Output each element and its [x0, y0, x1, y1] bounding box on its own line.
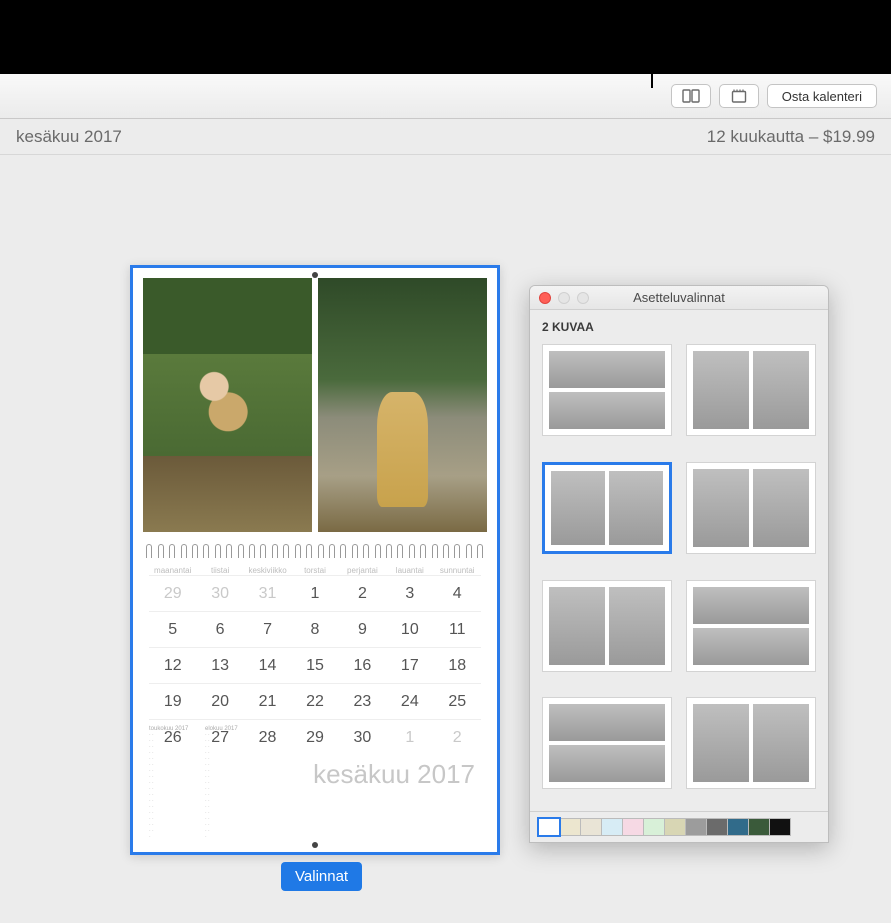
notepad-icon	[731, 89, 747, 103]
layout-option[interactable]	[686, 344, 816, 436]
date-cell[interactable]: 8	[291, 621, 338, 639]
color-swatch-row	[530, 811, 828, 842]
panel-titlebar[interactable]: Asetteluvalinnat	[530, 286, 828, 310]
date-cell[interactable]: 29	[149, 585, 196, 603]
spiral-binding-icon	[133, 542, 497, 560]
layout-option[interactable]	[542, 344, 672, 436]
info-bar: kesäkuu 2017 12 kuukautta – $19.99	[0, 119, 891, 155]
layout-option[interactable]	[542, 580, 672, 672]
color-swatch[interactable]	[622, 818, 644, 836]
color-swatch[interactable]	[580, 818, 602, 836]
date-cell[interactable]: 20	[196, 693, 243, 711]
layout-option[interactable]	[542, 462, 672, 554]
date-row: 2930311234	[149, 575, 481, 611]
date-cell[interactable]: 2	[339, 585, 386, 603]
mini-calendar-next: elokuu 2017 · · · · · · · · · · · · · · …	[205, 726, 249, 840]
date-cell[interactable]: 1	[291, 585, 338, 603]
panel-section-header: 2 KUVAA	[530, 310, 828, 340]
month-label: kesäkuu 2017	[16, 127, 122, 147]
panel-title: Asetteluvalinnat	[530, 290, 828, 305]
date-cell[interactable]: 30	[196, 585, 243, 603]
date-cell[interactable]: 16	[339, 657, 386, 675]
weekday-label: perjantai	[339, 566, 386, 575]
color-swatch[interactable]	[706, 818, 728, 836]
date-cell[interactable]: 25	[434, 693, 481, 711]
date-cell[interactable]: 3	[386, 585, 433, 603]
view-grid-button[interactable]	[719, 84, 759, 108]
date-cell[interactable]: 13	[196, 657, 243, 675]
date-cell[interactable]: 17	[386, 657, 433, 675]
date-cell[interactable]: 6	[196, 621, 243, 639]
photo-slot-1[interactable]	[143, 278, 312, 532]
calendar-grid: maanantaitiistaikeskiviikkotorstaiperjan…	[133, 560, 497, 852]
date-cell[interactable]: 30	[339, 729, 386, 747]
date-cell[interactable]: 21	[244, 693, 291, 711]
date-cell[interactable]: 18	[434, 657, 481, 675]
date-cell[interactable]: 15	[291, 657, 338, 675]
date-row: 567891011	[149, 611, 481, 647]
date-cell[interactable]: 22	[291, 693, 338, 711]
options-button[interactable]: Valinnat	[281, 862, 362, 891]
date-cell[interactable]: 14	[244, 657, 291, 675]
date-cell[interactable]: 19	[149, 693, 196, 711]
date-cell[interactable]: 12	[149, 657, 196, 675]
layout-option[interactable]	[542, 697, 672, 789]
date-cell[interactable]: 2	[434, 729, 481, 747]
weekday-label: keskiviikko	[244, 566, 291, 575]
app-window: Osta kalenteri kesäkuu 2017 12 kuukautta…	[0, 74, 891, 923]
color-swatch[interactable]	[643, 818, 665, 836]
color-swatch[interactable]	[727, 818, 749, 836]
color-swatch[interactable]	[769, 818, 791, 836]
mini-calendar-prev: toukokuu 2017 · · · · · · · · · · · · · …	[149, 726, 193, 840]
buy-button[interactable]: Osta kalenteri	[767, 84, 877, 108]
view-spread-button[interactable]	[671, 84, 711, 108]
price-label: 12 kuukautta – $19.99	[707, 127, 875, 147]
date-cell[interactable]: 4	[434, 585, 481, 603]
date-cell[interactable]: 23	[339, 693, 386, 711]
date-row: 12131415161718	[149, 647, 481, 683]
calendar-page[interactable]: maanantaitiistaikeskiviikkotorstaiperjan…	[130, 265, 500, 855]
color-swatch[interactable]	[538, 818, 560, 836]
editor-canvas: maanantaitiistaikeskiviikkotorstaiperjan…	[0, 155, 891, 923]
layout-option[interactable]	[686, 462, 816, 554]
date-cell[interactable]: 10	[386, 621, 433, 639]
weekday-label: lauantai	[386, 566, 433, 575]
color-swatch[interactable]	[559, 818, 581, 836]
weekday-label: tiistai	[196, 566, 243, 575]
color-swatch[interactable]	[664, 818, 686, 836]
color-swatch[interactable]	[748, 818, 770, 836]
weekday-label: torstai	[291, 566, 338, 575]
date-cell[interactable]: 1	[386, 729, 433, 747]
date-row: 19202122232425	[149, 683, 481, 719]
color-swatch[interactable]	[601, 818, 623, 836]
photo-slot-2[interactable]	[318, 278, 487, 532]
color-swatch[interactable]	[685, 818, 707, 836]
layout-options-panel: Asetteluvalinnat 2 KUVAA	[529, 285, 829, 843]
book-open-icon	[682, 89, 700, 103]
date-cell[interactable]: 11	[434, 621, 481, 639]
weekday-label: sunnuntai	[434, 566, 481, 575]
date-cell[interactable]: 24	[386, 693, 433, 711]
layout-grid	[530, 340, 828, 811]
callout-line	[651, 36, 653, 88]
date-cell[interactable]: 9	[339, 621, 386, 639]
punch-hole-icon	[312, 842, 318, 848]
layout-option[interactable]	[686, 580, 816, 672]
weekday-label: maanantai	[149, 566, 196, 575]
date-cell[interactable]: 31	[244, 585, 291, 603]
date-cell[interactable]: 5	[149, 621, 196, 639]
date-cell[interactable]: 29	[291, 729, 338, 747]
toolbar: Osta kalenteri	[0, 74, 891, 119]
date-cell[interactable]: 28	[244, 729, 291, 747]
date-cell[interactable]: 7	[244, 621, 291, 639]
layout-option[interactable]	[686, 697, 816, 789]
calendar-photo-area	[133, 268, 497, 542]
